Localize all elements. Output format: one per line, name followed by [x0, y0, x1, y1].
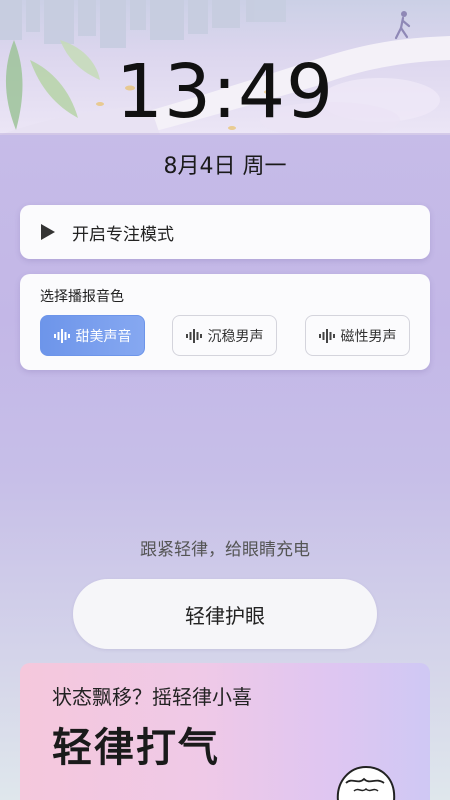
- voice-option-label: 甜美声音: [75, 328, 132, 345]
- voice-option-steady-male[interactable]: 沉稳男声: [172, 315, 277, 356]
- promo-banner[interactable]: 状态飘移？摇轻律小喜 轻律打气: [20, 663, 430, 800]
- voice-option-label: 磁性男声: [340, 328, 397, 345]
- voice-option-magnetic-male[interactable]: 磁性男声: [305, 315, 410, 356]
- clock-date: 8月4日 周一: [163, 154, 287, 179]
- eye-care-button[interactable]: 轻律护眼: [73, 579, 377, 649]
- sound-wave-icon: [318, 328, 335, 343]
- focus-mode-label: 开启专注模式: [72, 224, 174, 245]
- clock-time: 13:49: [115, 49, 335, 135]
- sound-wave-icon: [185, 328, 202, 343]
- banner-subtitle: 状态飘移？摇轻律小喜: [52, 685, 252, 709]
- play-icon: [41, 224, 55, 240]
- sound-wave-icon: [53, 328, 70, 343]
- voice-selection-title: 选择播报音色: [40, 289, 124, 305]
- voice-selection-card: 选择播报音色 甜美声音 沉稳男声 磁性男声: [20, 274, 430, 370]
- voice-option-label: 沉稳男声: [207, 328, 264, 345]
- focus-mode-button[interactable]: 开启专注模式: [20, 205, 430, 259]
- mascot-icon: [336, 765, 396, 800]
- banner-title: 轻律打气: [52, 725, 220, 771]
- eye-care-slogan: 跟紧轻律，给眼睛充电: [140, 540, 310, 560]
- voice-option-sweet[interactable]: 甜美声音: [40, 315, 145, 356]
